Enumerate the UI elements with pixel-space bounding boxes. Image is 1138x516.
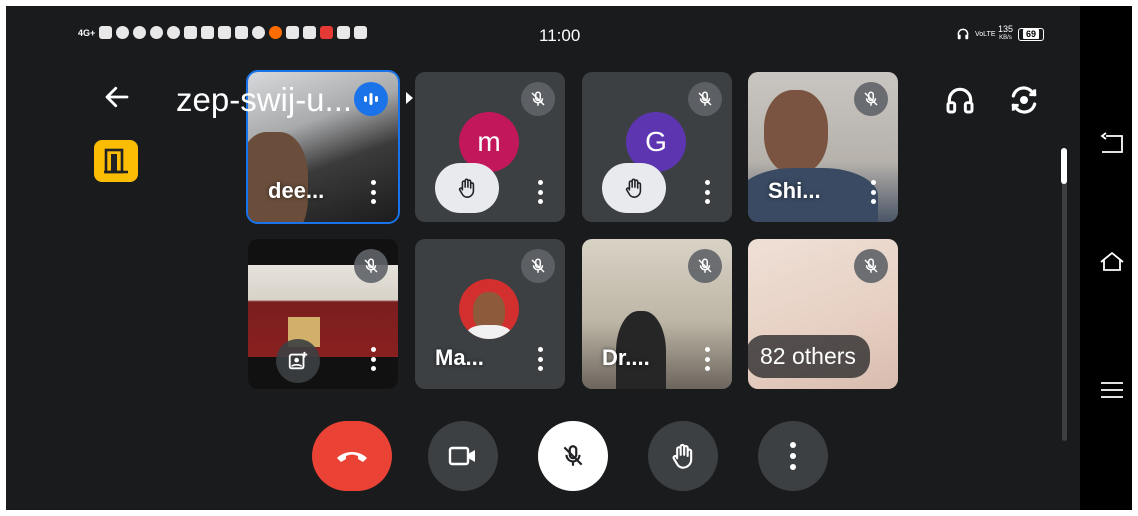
participant-tile[interactable]: Shi... bbox=[748, 72, 898, 222]
whatsapp-business-icon bbox=[150, 26, 164, 39]
more-options-icon[interactable] bbox=[537, 180, 543, 204]
video-feed-detail bbox=[764, 90, 828, 174]
scrollbar-thumb[interactable] bbox=[1061, 148, 1067, 184]
airtel-icon bbox=[320, 26, 334, 39]
mic-off-icon bbox=[354, 249, 388, 283]
chevron-right-icon[interactable] bbox=[406, 92, 413, 104]
scrollbar-track[interactable] bbox=[1062, 151, 1067, 441]
mic-off-icon bbox=[521, 249, 555, 283]
app-notification-icon bbox=[218, 26, 232, 39]
network-speed-unit: KB/s bbox=[999, 35, 1012, 41]
others-count: 82 others bbox=[748, 335, 870, 378]
hand-icon bbox=[458, 178, 475, 198]
menu-nav-icon[interactable] bbox=[1098, 376, 1126, 404]
back-arrow-icon[interactable] bbox=[102, 82, 132, 112]
phone-screen: 4G+ 11:00 VoLTE 135 KB/s 69 dee... zep-s… bbox=[6, 6, 1132, 510]
network-indicator: 4G+ bbox=[78, 27, 96, 38]
notification-icon bbox=[99, 26, 113, 39]
participant-name: Ma... bbox=[435, 345, 484, 370]
jio-icon bbox=[269, 26, 283, 39]
home-nav-icon[interactable] bbox=[1098, 248, 1126, 276]
app-notification-icon bbox=[201, 26, 215, 39]
more-options-button[interactable] bbox=[758, 421, 828, 491]
volte-indicator: VoLTE bbox=[975, 30, 996, 38]
more-vert-icon bbox=[790, 442, 796, 470]
switch-camera-icon[interactable] bbox=[1008, 84, 1040, 116]
participant-tile[interactable]: Dr.... bbox=[582, 239, 732, 389]
more-options-icon[interactable] bbox=[704, 180, 710, 204]
end-call-button[interactable] bbox=[312, 421, 392, 491]
app-notification-icon bbox=[337, 26, 351, 39]
mic-toggle-button[interactable] bbox=[538, 421, 608, 491]
back-nav-icon[interactable] bbox=[1098, 130, 1126, 158]
phone-hangup-icon bbox=[337, 452, 367, 462]
participant-name: Dr.... bbox=[602, 345, 650, 370]
pin-to-screen-button[interactable] bbox=[276, 339, 320, 383]
leave-room-button[interactable] bbox=[94, 140, 138, 182]
chat-icon bbox=[167, 26, 181, 39]
add-photo-icon bbox=[288, 351, 308, 370]
raised-hand-indicator bbox=[602, 163, 666, 213]
status-time: 11:00 bbox=[539, 26, 581, 45]
app-notification-icon bbox=[286, 26, 300, 39]
mic-off-icon bbox=[854, 249, 888, 283]
speaking-indicator bbox=[354, 82, 388, 116]
participant-tile[interactable]: Ma... bbox=[415, 239, 565, 389]
video-camera-icon bbox=[448, 446, 475, 466]
others-tile[interactable]: 82 others bbox=[748, 239, 898, 389]
more-options-icon[interactable] bbox=[537, 347, 543, 371]
camera-toggle-button[interactable] bbox=[428, 421, 498, 491]
app-notification-icon bbox=[303, 26, 317, 39]
status-bar-right: VoLTE 135 KB/s 69 bbox=[956, 25, 1045, 43]
telegram-icon bbox=[133, 26, 147, 39]
hand-icon bbox=[625, 178, 642, 198]
photo-shirt bbox=[467, 325, 511, 339]
meeting-title[interactable]: zep-swij-u... bbox=[176, 80, 352, 120]
participant-tile[interactable]: m bbox=[415, 72, 565, 222]
participant-name: dee... bbox=[268, 178, 325, 203]
raised-hand-indicator bbox=[435, 163, 499, 213]
whatsapp-icon bbox=[116, 26, 130, 39]
mail-icon bbox=[235, 26, 249, 39]
raise-hand-button[interactable] bbox=[648, 421, 718, 491]
video-feed-detail bbox=[248, 132, 308, 222]
meeting-view: 4G+ 11:00 VoLTE 135 KB/s 69 dee... zep-s… bbox=[6, 6, 1080, 510]
headphone-status-icon bbox=[957, 28, 969, 40]
hand-icon bbox=[672, 443, 693, 469]
network-speed: 135 KB/s bbox=[998, 25, 1013, 43]
participant-tile[interactable] bbox=[248, 239, 398, 389]
participant-name: Shi... bbox=[768, 178, 821, 203]
more-options-icon[interactable] bbox=[370, 347, 376, 371]
battery-level: 69 bbox=[1023, 28, 1040, 39]
mic-off-icon bbox=[688, 249, 722, 283]
mic-off-icon bbox=[521, 82, 555, 116]
person-icon bbox=[252, 26, 266, 39]
door-icon bbox=[104, 148, 128, 174]
network-speed-value: 135 bbox=[998, 24, 1014, 34]
mic-off-icon bbox=[563, 445, 583, 466]
headphones-icon[interactable] bbox=[944, 84, 976, 116]
more-options-icon[interactable] bbox=[870, 180, 876, 204]
more-options-icon[interactable] bbox=[704, 347, 710, 371]
more-options-icon[interactable] bbox=[370, 180, 376, 204]
battery-indicator: 69 bbox=[1018, 27, 1045, 41]
app-notification-icon bbox=[354, 26, 368, 39]
status-bar-left: 4G+ bbox=[78, 26, 368, 39]
participant-tile[interactable]: G bbox=[582, 72, 732, 222]
mic-off-icon bbox=[854, 82, 888, 116]
messenger-icon bbox=[184, 26, 198, 39]
audio-level-icon bbox=[364, 93, 378, 105]
mic-off-icon bbox=[688, 82, 722, 116]
participant-photo bbox=[459, 279, 519, 339]
